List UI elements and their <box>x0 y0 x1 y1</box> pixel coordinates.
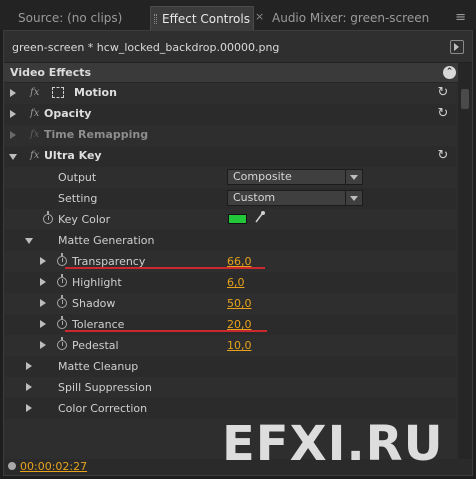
fx-icon[interactable]: fx <box>30 108 39 119</box>
prop-label-output: Output <box>58 171 97 184</box>
video-effects-header[interactable]: Video Effects ⌃ <box>4 63 472 83</box>
motion-transform-icon[interactable] <box>52 87 64 98</box>
group-row-matte-generation[interactable]: Matte Generation <box>4 230 456 251</box>
reset-icon[interactable]: ↻ <box>436 149 450 163</box>
setting-select[interactable]: Custom <box>227 190 363 206</box>
prop-row-pedestal: Pedestal 10,0 <box>4 335 456 356</box>
prop-row-highlight: Highlight 6,0 <box>4 272 456 293</box>
chevron-down-icon[interactable] <box>345 191 362 205</box>
effect-row-time-remapping[interactable]: fx Time Remapping <box>4 125 456 146</box>
tab-effect-controls-label: Effect Controls <box>162 12 250 26</box>
prop-row-key-color: Key Color <box>4 209 456 230</box>
expand-triangle-icon[interactable] <box>26 404 32 412</box>
tab-source[interactable]: Source: (no clips) <box>10 6 130 30</box>
vertical-scrollbar[interactable] <box>458 63 472 473</box>
prop-label-setting: Setting <box>58 192 98 205</box>
effect-row-opacity[interactable]: fx Opacity ↻ <box>4 104 456 125</box>
effect-row-ultra-key[interactable]: fx Ultra Key ↻ <box>4 146 456 167</box>
setting-select-value: Custom <box>233 191 276 204</box>
effect-label-ultra-key: Ultra Key <box>44 149 102 162</box>
stopwatch-icon[interactable] <box>57 253 67 266</box>
group-row-matte-cleanup[interactable]: Matte Cleanup <box>4 356 456 377</box>
chevron-down-icon[interactable] <box>345 170 362 184</box>
output-select-value: Composite <box>233 170 292 183</box>
effect-label-motion: Motion <box>74 86 117 99</box>
reset-icon[interactable]: ↻ <box>436 86 450 100</box>
effect-row-motion[interactable]: fx Motion ↻ <box>4 83 456 104</box>
expand-triangle-icon[interactable] <box>40 299 46 307</box>
prop-row-output: Output Composite <box>4 167 456 188</box>
fx-icon: fx <box>30 129 40 140</box>
clip-name: green-screen * hcw_locked_backdrop.00000… <box>12 41 280 54</box>
expand-triangle-icon[interactable] <box>10 110 16 118</box>
section-title: Video Effects <box>10 66 92 79</box>
reset-icon[interactable]: ↻ <box>436 107 450 121</box>
collapse-triangle-icon[interactable] <box>9 154 17 160</box>
group-label-color-correction: Color Correction <box>58 402 148 415</box>
expand-triangle-icon[interactable] <box>26 383 32 391</box>
stopwatch-icon[interactable] <box>57 274 67 287</box>
show-timeline-toggle-icon[interactable] <box>450 40 464 54</box>
tab-effect-controls[interactable]: Effect Controls <box>150 6 254 30</box>
group-label-matte-cleanup: Matte Cleanup <box>58 360 139 373</box>
collapse-icon[interactable]: ⌃ <box>443 66 456 79</box>
panel-tab-bar: Source: (no clips) Effect Controls × Aud… <box>0 0 476 30</box>
expand-triangle-icon[interactable] <box>10 131 16 139</box>
effect-label-opacity: Opacity <box>44 107 92 120</box>
watermark: EFXI.RU <box>222 416 444 472</box>
effect-label-time-remapping: Time Remapping <box>44 128 149 141</box>
stopwatch-icon[interactable] <box>57 337 67 350</box>
expand-triangle-icon[interactable] <box>40 278 46 286</box>
scrollbar-thumb[interactable] <box>461 89 469 109</box>
prop-row-setting: Setting Custom <box>4 188 456 209</box>
key-color-swatch[interactable] <box>228 214 247 224</box>
group-label-spill-suppression: Spill Suppression <box>58 381 152 394</box>
stopwatch-icon[interactable] <box>57 295 67 308</box>
effect-controls-panel: green-screen * hcw_locked_backdrop.00000… <box>3 30 473 476</box>
prop-row-shadow: Shadow 50,0 <box>4 293 456 314</box>
eyedropper-icon[interactable] <box>254 210 266 224</box>
tab-audio-mixer[interactable]: Audio Mixer: green-screen <box>264 6 437 30</box>
prop-label-key-color: Key Color <box>58 213 111 226</box>
fx-icon[interactable]: fx <box>30 87 39 98</box>
highlight-value[interactable]: 6,0 <box>227 276 245 289</box>
tab-grip-icon[interactable] <box>154 14 157 24</box>
close-icon[interactable]: × <box>255 10 264 23</box>
fx-icon[interactable]: fx <box>30 150 39 161</box>
playhead-icon <box>8 462 16 470</box>
expand-triangle-icon[interactable] <box>40 320 46 328</box>
expand-triangle-icon[interactable] <box>40 257 46 265</box>
prop-label-highlight: Highlight <box>72 276 122 289</box>
timecode[interactable]: 00:00:02:27 <box>20 460 87 473</box>
clip-header: green-screen * hcw_locked_backdrop.00000… <box>4 31 472 63</box>
pedestal-value[interactable]: 10,0 <box>227 339 252 352</box>
effects-list: fx Motion ↻ fx Opacity ↻ fx Time Remappi… <box>4 83 456 463</box>
panel-menu-icon[interactable]: ≡ <box>455 10 466 25</box>
group-label-matte-generation: Matte Generation <box>58 234 155 247</box>
annotation-underline-transparency <box>65 267 265 269</box>
output-select[interactable]: Composite <box>227 169 363 185</box>
expand-triangle-icon[interactable] <box>10 89 16 97</box>
stopwatch-icon[interactable] <box>57 316 67 329</box>
prop-label-pedestal: Pedestal <box>72 339 119 352</box>
shadow-value[interactable]: 50,0 <box>227 297 252 310</box>
stopwatch-icon[interactable] <box>43 211 53 224</box>
prop-label-shadow: Shadow <box>72 297 116 310</box>
group-row-spill-suppression[interactable]: Spill Suppression <box>4 377 456 398</box>
expand-triangle-icon[interactable] <box>40 341 46 349</box>
collapse-triangle-icon[interactable] <box>25 238 33 244</box>
expand-triangle-icon[interactable] <box>26 362 32 370</box>
annotation-underline-tolerance <box>65 330 267 332</box>
